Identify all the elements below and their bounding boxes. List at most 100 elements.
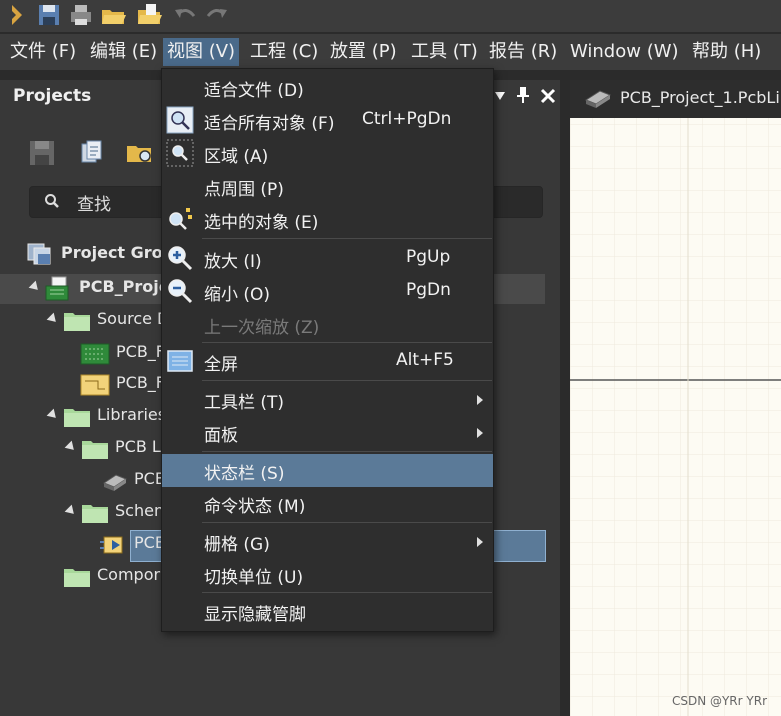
menu-item-label: 工具栏 (T) <box>204 393 285 413</box>
menu-item-label: 放大 (I) <box>204 252 262 272</box>
pcb-library-icon <box>102 474 128 491</box>
menu-item-label: 适合文件 (D) <box>204 81 304 101</box>
menu-item-fullscreen[interactable]: 全屏 Alt+F5 <box>162 345 493 378</box>
tree-label: PCB_F <box>116 373 165 392</box>
menu-item-shortcut: PgDn <box>406 280 451 300</box>
menu-item-fit-document[interactable]: 适合文件 (D) <box>162 71 493 104</box>
panel-title: Projects <box>13 86 92 106</box>
schematic-library-icon <box>100 536 123 554</box>
save-project-icon[interactable] <box>27 138 57 168</box>
schematic-document-icon <box>80 374 110 396</box>
watermark-text: CSDN @YRr YRr <box>671 694 767 708</box>
menu-item-label: 面板 <box>204 426 238 446</box>
menu-tools[interactable]: 工具 (T) <box>407 38 482 66</box>
submenu-arrow-icon <box>477 537 483 547</box>
menu-project[interactable]: 工程 (C) <box>246 38 322 66</box>
menu-file[interactable]: 文件 (F) <box>6 38 80 66</box>
collapse-arrow-icon[interactable] <box>64 440 78 454</box>
fullscreen-icon <box>167 350 193 372</box>
close-icon[interactable] <box>540 88 556 104</box>
folder-icon <box>64 569 90 587</box>
search-icon <box>45 194 59 208</box>
pin-icon[interactable] <box>516 86 530 104</box>
area-zoom-icon <box>166 139 194 167</box>
menu-view[interactable]: 视图 (V) <box>163 38 240 66</box>
submenu-arrow-icon <box>477 428 483 438</box>
menu-item-area[interactable]: 区域 (A) <box>162 137 493 170</box>
menu-item-panels[interactable]: 面板 <box>162 416 493 449</box>
collapse-arrow-icon[interactable] <box>46 312 60 326</box>
main-toolbar <box>0 0 781 32</box>
tree-label: Compor <box>97 565 161 584</box>
menu-item-label: 命令状态 (M) <box>204 497 306 517</box>
app-logo-icon <box>12 5 22 25</box>
menu-item-zoom-out[interactable]: 缩小 (O) PgDn <box>162 275 493 308</box>
menu-edit[interactable]: 编辑 (E) <box>86 38 161 66</box>
menu-item-toolbars[interactable]: 工具栏 (T) <box>162 383 493 416</box>
menu-item-label: 区域 (A) <box>204 147 269 167</box>
menu-separator <box>202 380 492 381</box>
tree-label: Libraries <box>97 405 167 424</box>
open-folder-icon[interactable] <box>100 2 126 28</box>
menu-item-shortcut: Ctrl+PgDn <box>362 109 452 129</box>
zoom-in-icon <box>168 246 193 271</box>
print-icon[interactable] <box>68 2 94 28</box>
menu-place[interactable]: 放置 (P) <box>326 38 401 66</box>
collapse-arrow-icon[interactable] <box>46 408 60 422</box>
undo-icon[interactable] <box>172 2 198 28</box>
redo-icon[interactable] <box>204 2 230 28</box>
menu-item-selected-objects[interactable]: 选中的对象 (E) <box>162 203 493 236</box>
zoom-selected-icon <box>169 208 192 230</box>
menu-item-shortcut: Alt+F5 <box>396 350 454 370</box>
menu-item-zoom-in[interactable]: 放大 (I) PgUp <box>162 242 493 275</box>
open-project-icon[interactable] <box>136 2 162 28</box>
menu-window[interactable]: Window (W) <box>566 38 683 66</box>
menu-item-around-point[interactable]: 点周围 (P) <box>162 170 493 203</box>
project-options-icon[interactable] <box>77 138 107 168</box>
document-canvas[interactable] <box>570 80 781 716</box>
menu-item-label: 缩小 (O) <box>204 285 271 305</box>
menu-item-label: 全屏 <box>204 355 238 375</box>
collapse-arrow-icon[interactable] <box>28 280 42 294</box>
menu-item-label: 选中的对象 (E) <box>204 213 319 233</box>
document-tab-label: PCB_Project_1.PcbLib <box>620 88 781 107</box>
menu-item-status-bar[interactable]: 状态栏 (S) <box>162 454 493 487</box>
menu-item-label: 状态栏 (S) <box>204 464 285 484</box>
menu-item-shortcut: PgUp <box>406 247 451 267</box>
menu-item-label: 上一次缩放 (Z) <box>204 318 320 338</box>
menu-reports[interactable]: 报告 (R) <box>485 38 561 66</box>
project-group-icon <box>27 243 51 265</box>
menu-item-label: 显示隐藏管脚 <box>204 605 306 625</box>
menu-item-label: 栅格 (G) <box>204 535 270 555</box>
menu-item-fit-all-objects[interactable]: 适合所有对象 (F) Ctrl+PgDn <box>162 104 493 137</box>
panel-menu-icon[interactable] <box>494 90 506 102</box>
menu-separator <box>202 238 492 239</box>
tree-label: Source D <box>97 309 170 328</box>
folder-icon <box>82 441 108 459</box>
menu-item-toggle-units[interactable]: 切换单位 (U) <box>162 558 493 591</box>
menu-help[interactable]: 帮助 (H) <box>688 38 765 66</box>
menu-item-grids[interactable]: 栅格 (G) <box>162 525 493 558</box>
menu-bar: 文件 (F) 编辑 (E) 视图 (V) 工程 (C) 放置 (P) 工具 (T… <box>0 34 781 70</box>
view-menu-dropdown: 适合文件 (D) 适合所有对象 (F) Ctrl+PgDn 区域 (A) 点周围… <box>161 68 494 632</box>
menu-item-previous-zoom: 上一次缩放 (Z) <box>162 308 493 341</box>
folder-icon <box>64 409 90 427</box>
save-icon[interactable] <box>36 2 62 28</box>
menu-separator <box>202 522 492 523</box>
grid-canvas <box>570 118 781 716</box>
menu-item-label: 适合所有对象 (F) <box>204 114 335 134</box>
menu-separator <box>202 592 492 593</box>
menu-item-label: 切换单位 (U) <box>204 568 304 588</box>
menu-separator <box>202 451 492 452</box>
menu-item-show-hidden-pins[interactable]: 显示隐藏管脚 <box>162 595 493 628</box>
document-tab-bar: PCB_Project_1.PcbLib <box>570 80 781 118</box>
zoom-out-icon <box>168 279 193 304</box>
collapse-arrow-icon[interactable] <box>64 504 78 518</box>
fit-all-magnifier-icon <box>166 106 194 134</box>
pcb-library-tab-icon <box>584 90 612 108</box>
menu-separator <box>202 342 492 343</box>
folder-search-icon[interactable] <box>125 138 155 168</box>
document-tab[interactable]: PCB_Project_1.PcbLib <box>570 80 781 118</box>
tree-label: PCB L <box>115 437 161 456</box>
menu-item-command-status[interactable]: 命令状态 (M) <box>162 487 493 520</box>
